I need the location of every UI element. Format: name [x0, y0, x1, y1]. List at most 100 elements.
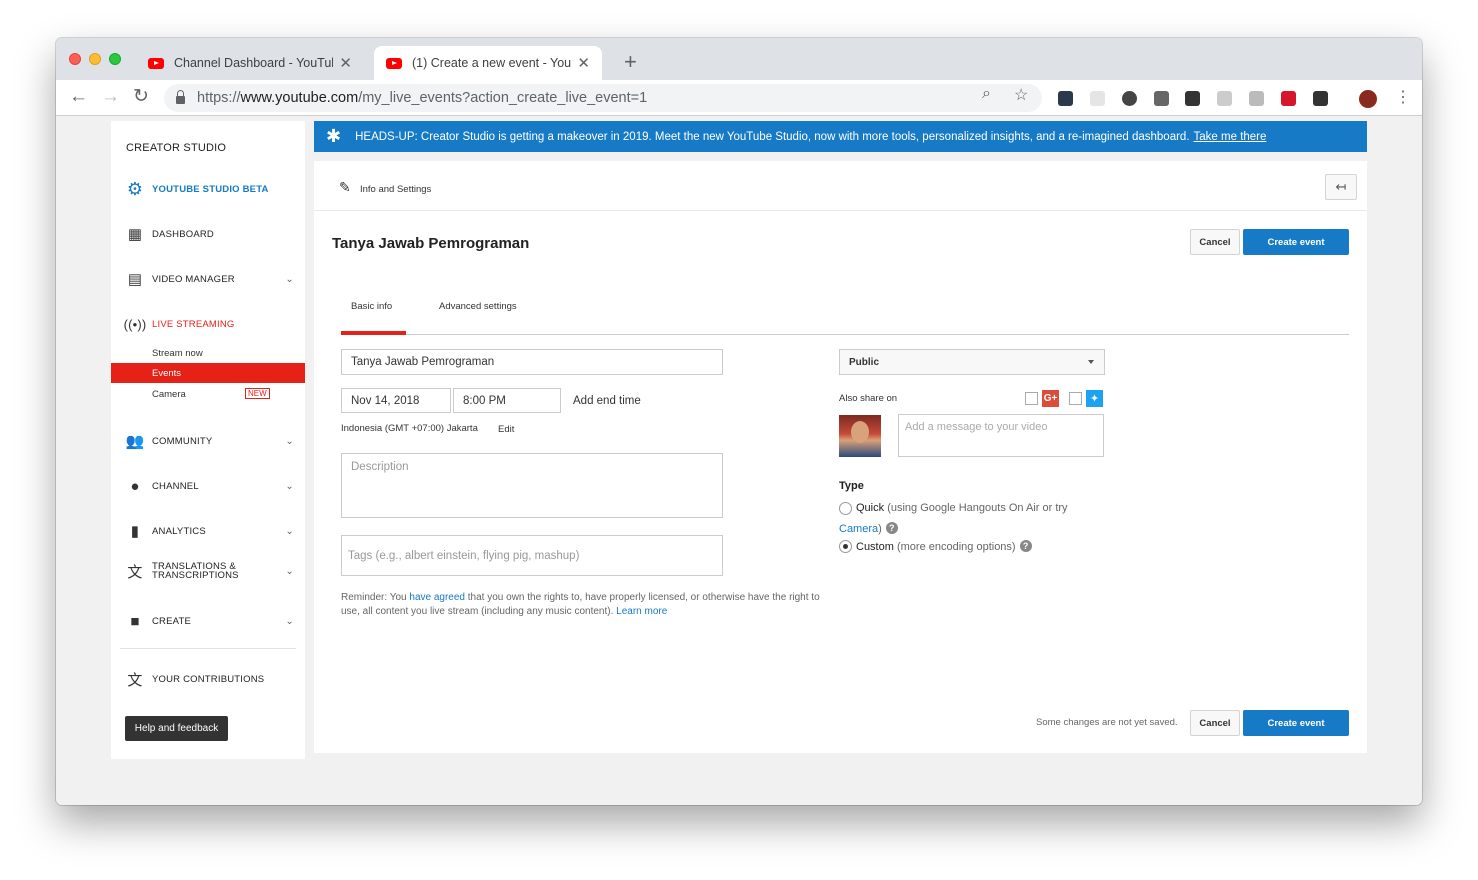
- have-agreed-link[interactable]: have agreed: [409, 592, 465, 603]
- unsaved-changes-notice: Some changes are not yet saved.: [1036, 717, 1178, 728]
- analytics-bars-icon: ▮: [130, 523, 140, 540]
- extension-red-icon[interactable]: [1281, 91, 1296, 106]
- extension-cast-icon[interactable]: [1217, 91, 1232, 106]
- camera-link[interactable]: Camera: [839, 523, 878, 535]
- twitter-bird-icon: ✦: [1086, 390, 1103, 407]
- new-badge: NEW: [245, 388, 270, 399]
- tags-input[interactable]: Tags (e.g., albert einstein, flying pig,…: [341, 535, 723, 576]
- star-icon: ✱: [326, 126, 342, 146]
- help-question-icon[interactable]: ?: [1019, 540, 1032, 552]
- take-me-there-link[interactable]: Take me there: [1194, 131, 1267, 143]
- new-tab-icon[interactable]: +: [624, 50, 637, 74]
- video-camera-icon: ■: [130, 612, 140, 630]
- pencil-icon: ✎: [339, 179, 351, 195]
- type-quick-label: Quick (using Google Hangouts On Air or t…: [856, 502, 1068, 514]
- sidebar-item-community[interactable]: 👥 COMMUNITY ⌄: [126, 432, 296, 450]
- create-event-button-bottom[interactable]: Create event: [1243, 710, 1349, 736]
- browser-window: Channel Dashboard - YouTube ✕ (1) Create…: [56, 38, 1422, 805]
- learn-more-link[interactable]: Learn more: [616, 606, 667, 617]
- title-input[interactable]: Tanya Jawab Pemrograman: [341, 349, 723, 375]
- zoom-icon[interactable]: ⌕: [982, 85, 991, 103]
- sidebar-item-analytics[interactable]: ▮ ANALYTICS ⌄: [126, 522, 296, 540]
- type-quick-radio[interactable]: [839, 502, 852, 515]
- sidebar-item-live-streaming[interactable]: ((•)) LIVE STREAMING: [124, 315, 296, 333]
- community-icon: 👥: [125, 433, 145, 450]
- close-window-button[interactable]: [69, 53, 81, 65]
- tabs-divider: [341, 334, 1349, 335]
- extension-x-icon[interactable]: [1058, 91, 1073, 106]
- sidebar-title: CREATOR STUDIO: [126, 142, 227, 154]
- google-plus-share-checkbox[interactable]: [1025, 392, 1038, 405]
- chevron-down-icon: ⌄: [285, 273, 294, 285]
- close-tab-icon[interactable]: ✕: [339, 54, 352, 72]
- extension-incognito-icon[interactable]: [1185, 91, 1200, 106]
- bookmark-star-icon[interactable]: ☆: [1014, 85, 1028, 105]
- type-custom-radio[interactable]: [839, 540, 852, 553]
- sidebar-item-video-manager[interactable]: ▤ VIDEO MANAGER ⌄: [126, 270, 296, 288]
- page-content: CREATOR STUDIO ⚙ YOUTUBE STUDIO BETA ▦ D…: [56, 117, 1422, 805]
- description-textarea[interactable]: Description: [341, 453, 723, 518]
- type-custom-label: Custom (more encoding options)?: [856, 540, 1032, 553]
- back-arrow-icon[interactable]: ←: [69, 87, 88, 107]
- info-settings-label: Info and Settings: [360, 184, 432, 195]
- sidebar-item-dashboard[interactable]: ▦ DASHBOARD: [126, 225, 296, 243]
- browser-menu-icon[interactable]: ⋮: [1395, 87, 1411, 107]
- share-message-textarea[interactable]: Add a message to your video: [898, 414, 1104, 457]
- extension-drive-icon[interactable]: [1249, 91, 1264, 106]
- close-tab-icon[interactable]: ✕: [577, 54, 590, 72]
- active-tab-indicator: [341, 331, 406, 335]
- cancel-button-bottom[interactable]: Cancel: [1190, 710, 1240, 736]
- sidebar-item-studio-beta[interactable]: ⚙ YOUTUBE STUDIO BETA: [126, 179, 296, 199]
- chevron-down-icon: ⌄: [285, 480, 294, 492]
- cancel-button-top[interactable]: Cancel: [1190, 229, 1240, 255]
- chevron-down-icon: [1088, 360, 1094, 364]
- reload-icon[interactable]: ↻: [133, 87, 149, 107]
- quick-description: (using Google Hangouts On Air or try: [887, 502, 1068, 514]
- privacy-select[interactable]: Public: [839, 349, 1105, 375]
- custom-description: (more encoding options): [896, 541, 1016, 553]
- chevron-down-icon: ⌄: [285, 525, 294, 537]
- reminder-text-start: Reminder: You: [341, 592, 410, 603]
- sidebar-item-label: CREATE: [152, 615, 192, 627]
- time-input[interactable]: 8:00 PM: [453, 388, 561, 413]
- event-title: Tanya Jawab Pemrograman: [332, 235, 530, 252]
- sidebar-subitem-label: Camera: [152, 388, 186, 400]
- sidebar-subitem-stream-now[interactable]: Stream now: [111, 343, 305, 363]
- tab-advanced-settings[interactable]: Advanced settings: [439, 301, 517, 312]
- help-question-icon[interactable]: ?: [885, 522, 898, 534]
- channel-account-icon: ●: [130, 477, 140, 495]
- sidebar-item-label: LIVE STREAMING: [152, 318, 235, 330]
- timezone-edit-link[interactable]: Edit: [498, 424, 514, 435]
- back-button[interactable]: ↤: [1325, 174, 1357, 200]
- help-feedback-button[interactable]: Help and feedback: [125, 716, 228, 741]
- sidebar-divider: [120, 648, 296, 649]
- sidebar-item-create[interactable]: ■ CREATE ⌄: [126, 612, 296, 630]
- url-path: /my_live_events?action_create_live_event…: [358, 90, 648, 106]
- extension-se-icon[interactable]: [1313, 91, 1328, 106]
- channel-avatar: [839, 415, 881, 457]
- extension-gray-icon[interactable]: [1090, 91, 1105, 106]
- browser-tab-create-event[interactable]: (1) Create a new event - YouTube ✕: [374, 46, 602, 80]
- tab-basic-info[interactable]: Basic info: [351, 301, 392, 312]
- add-end-time-link[interactable]: Add end time: [573, 395, 641, 407]
- create-event-button-top[interactable]: Create event: [1243, 229, 1349, 255]
- extension-sync-icon[interactable]: [1122, 91, 1137, 106]
- date-input[interactable]: Nov 14, 2018: [341, 388, 451, 413]
- twitter-share-checkbox[interactable]: [1069, 392, 1082, 405]
- also-share-label: Also share on: [839, 393, 898, 404]
- lock-icon: [176, 90, 185, 104]
- extension-v-icon[interactable]: [1154, 91, 1169, 106]
- maximize-window-button[interactable]: [109, 53, 121, 65]
- sidebar-item-label: COMMUNITY: [152, 435, 213, 447]
- creator-studio-sidebar: CREATOR STUDIO ⚙ YOUTUBE STUDIO BETA ▦ D…: [111, 121, 305, 759]
- profile-avatar[interactable]: [1359, 90, 1377, 108]
- sidebar-subitem-events[interactable]: Events: [111, 363, 305, 383]
- forward-arrow-icon[interactable]: →: [101, 87, 120, 107]
- sidebar-item-contributions[interactable]: 文 YOUR CONTRIBUTIONS: [126, 670, 296, 689]
- sidebar-subitem-camera[interactable]: Camera NEW: [111, 384, 305, 404]
- sidebar-item-translations[interactable]: 文 TRANSLATIONS & TRANSCRIPTIONS ⌄: [126, 562, 296, 581]
- address-bar[interactable]: https://www.youtube.com/my_live_events?a…: [164, 84, 1042, 112]
- browser-tab-dashboard[interactable]: Channel Dashboard - YouTube ✕: [136, 46, 364, 80]
- sidebar-item-channel[interactable]: ● CHANNEL ⌄: [126, 477, 296, 495]
- minimize-window-button[interactable]: [89, 53, 101, 65]
